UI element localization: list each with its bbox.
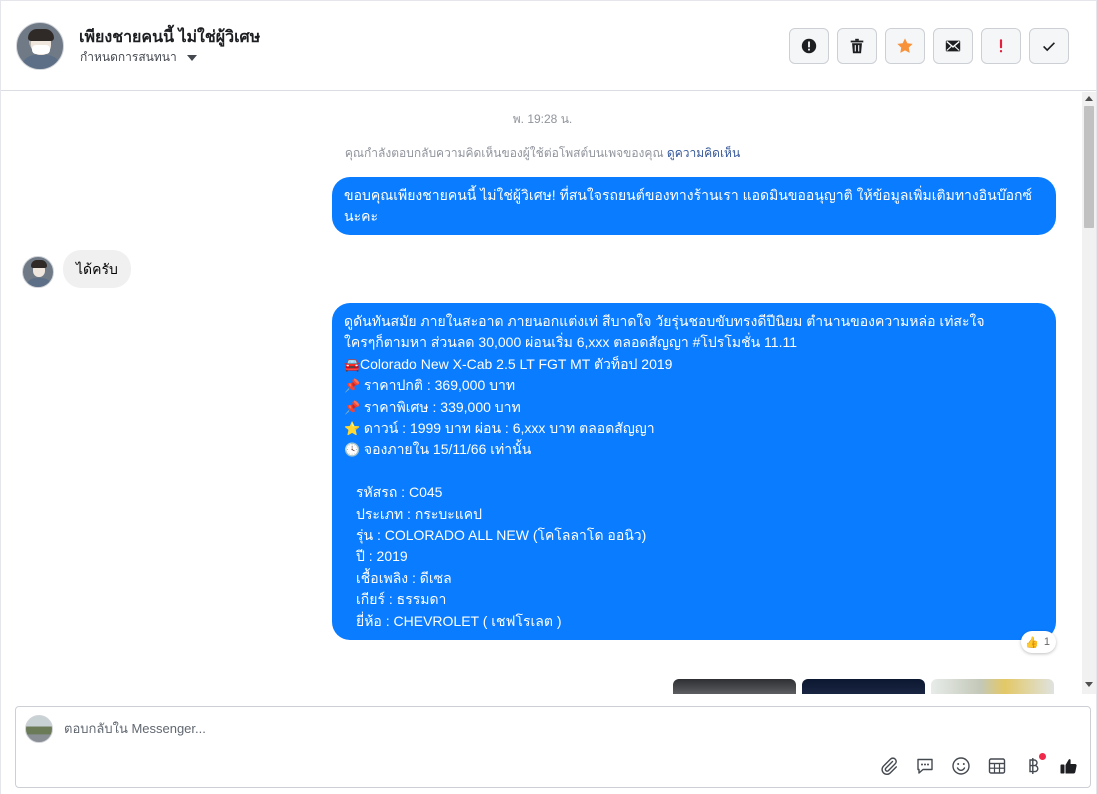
scroll-up-arrow-icon[interactable] (1085, 96, 1093, 101)
reply-note-text: คุณกำลังตอบกลับความคิดเห็นของผู้ใช้ต่อโพ… (344, 146, 664, 160)
reply-input[interactable] (64, 721, 964, 736)
mark-unread-button[interactable] (933, 28, 973, 64)
delete-button[interactable] (837, 28, 877, 64)
outgoing-message-listing[interactable]: ดูดันทันสมัย ภายในสะอาด ภายนอกแต่งเท่ สี… (332, 303, 1056, 640)
check-icon (1043, 42, 1055, 52)
listing-special-price: ราคาพิเศษ : 339,000 บาท (363, 398, 521, 415)
header-actions (789, 28, 1069, 64)
notification-dot (1039, 753, 1046, 760)
listing-code: รหัสรถ : C045 (356, 484, 443, 501)
attach-button[interactable] (878, 755, 900, 777)
star-emoji-icon: ⭐ (344, 421, 361, 437)
assign-conversation-dropdown[interactable]: กำหนดการสนทนา (80, 48, 197, 67)
reaction-count: 1 (1043, 636, 1050, 648)
listing-intro-2: ใครๆก็ตามหา ส่วนลด 30,000 ผ่อนเริ่ม 6,xx… (344, 334, 797, 351)
listing-type: ประเภท : กระบะแคป (356, 505, 483, 522)
done-button[interactable] (1029, 28, 1069, 64)
pushpin-emoji-icon: 📌 (344, 399, 361, 415)
spam-button[interactable] (789, 28, 829, 64)
conversation-header: เพียงชายคนนี้ ไม่ใช่ผู้วิเศษ กำหนดการสนท… (1, 0, 1096, 91)
thumbs-up-icon (1060, 759, 1077, 774)
incoming-message[interactable]: ได้ครับ (63, 250, 131, 288)
message-reaction[interactable]: 👍 1 (1021, 631, 1056, 653)
contact-avatar[interactable] (16, 22, 64, 70)
inbox-conversation-panel: เพียงชายคนนี้ ไม่ใช่ผู้วิเศษ กำหนดการสนท… (0, 0, 1097, 794)
listing-normal-price: ราคาปกติ : 369,000 บาท (363, 377, 516, 394)
emoji-button[interactable] (950, 755, 972, 777)
reply-context-note: คุณกำลังตอบกลับความคิดเห็นของผู้ใช้ต่อโพ… (1, 144, 1084, 163)
envelope-icon (945, 40, 961, 52)
photo-thumbnail[interactable] (673, 679, 796, 694)
sender-avatar (22, 256, 54, 288)
caret-down-icon (186, 55, 197, 61)
car-emoji-icon: 🚘 (344, 356, 361, 372)
message-thread[interactable]: พ. 19:28 น. คุณกำลังตอบกลับความคิดเห็นขอ… (1, 92, 1084, 694)
pushpin-emoji-icon: 📌 (344, 378, 361, 394)
trash-icon (850, 38, 864, 54)
photo-thumbnail[interactable] (802, 679, 925, 694)
scroll-down-arrow-icon[interactable] (1085, 682, 1093, 687)
composer-toolbar (878, 753, 1080, 777)
photo-thumbnail[interactable] (931, 679, 1054, 694)
listing-booking: จองภายใน 15/11/66 เท่านั้น (363, 441, 532, 458)
follow-up-button[interactable] (981, 28, 1021, 64)
saved-reply-icon (917, 758, 933, 774)
reply-composer (15, 706, 1091, 788)
listing-series: รุ่น : COLORADO ALL NEW (โคโลลาโด ออนิว) (356, 527, 647, 544)
scrollbar-thumb[interactable] (1084, 106, 1094, 228)
listing-model: Colorado New X-Cab 2.5 LT FGT MT ตัวท็อป… (360, 355, 673, 372)
listing-fuel: เชื้อเพลิง : ดีเซล (356, 569, 452, 586)
star-icon (897, 38, 913, 53)
appointment-button[interactable] (986, 755, 1008, 777)
assign-label: กำหนดการสนทนา (80, 50, 177, 64)
image-attachments (673, 679, 1054, 694)
listing-brand: ยี่ห้อ : CHEVROLET ( เชฟโรเลต ) (356, 612, 562, 629)
star-button[interactable] (885, 28, 925, 64)
listing-gear: เกียร์ : ธรรมดา (356, 591, 447, 608)
saved-reply-button[interactable] (914, 755, 936, 777)
calendar-icon (988, 758, 1006, 774)
clock-emoji-icon: 🕓 (344, 442, 361, 458)
alert-circle-icon (801, 38, 817, 54)
view-comment-link[interactable]: ดูความคิดเห็น (667, 146, 740, 160)
listing-intro: ดูดันทันสมัย ภายในสะอาด ภายนอกแต่งเท่ สี… (344, 313, 985, 329)
outgoing-message[interactable]: ขอบคุณเพียงชายคนนี้ ไม่ใช่ผู้วิเศษ! ที่ส… (332, 177, 1056, 235)
page-avatar (25, 715, 53, 743)
payment-button[interactable] (1022, 753, 1046, 777)
contact-name[interactable]: เพียงชายคนนี้ ไม่ใช่ผู้วิเศษ (79, 25, 260, 50)
attachment-icon (881, 757, 897, 775)
listing-down-payment: ดาวน์ : 1999 บาท ผ่อน : 6,xxx บาท ตลอดสั… (363, 420, 655, 437)
message-timestamp: พ. 19:28 น. (512, 112, 573, 126)
emoji-icon (952, 757, 970, 775)
exclamation-icon (999, 39, 1003, 53)
thumbs-up-reaction-icon: 👍 (1025, 636, 1039, 649)
send-like-button[interactable] (1058, 755, 1080, 777)
listing-year: ปี : 2019 (356, 548, 408, 565)
